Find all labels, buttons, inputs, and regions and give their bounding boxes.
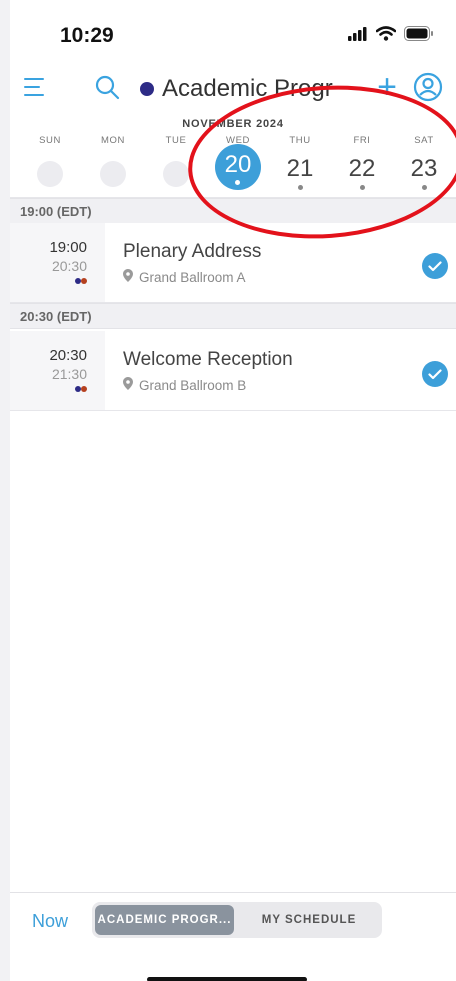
- search-icon[interactable]: [94, 74, 122, 102]
- event-end-time: 20:30: [51, 258, 87, 274]
- week-calendar: NOVEMBER 2024 SUN MON TUE WED 20 THU 21 …: [10, 112, 456, 198]
- event-end-time: 21:30: [51, 366, 87, 382]
- track-color-dot: [140, 82, 154, 96]
- status-time: 10:29: [60, 24, 114, 47]
- event-row[interactable]: 19:00 20:30 Plenary Address Grand Ballro…: [10, 223, 456, 303]
- battery-icon: [404, 26, 434, 46]
- day-name: SAT: [414, 135, 434, 146]
- day-sun[interactable]: SUN: [22, 134, 78, 198]
- now-button[interactable]: Now: [32, 911, 68, 932]
- tab-my-schedule[interactable]: MY SCHEDULE: [240, 905, 378, 935]
- event-start-time: 20:30: [49, 347, 87, 364]
- checkmark-icon[interactable]: [422, 361, 448, 387]
- day-sat[interactable]: SAT 23: [396, 134, 452, 198]
- day-wed[interactable]: WED 20: [210, 134, 266, 198]
- bottom-bar: Now ACADEMIC PROGR... MY SCHEDULE: [10, 892, 456, 981]
- day-name: SUN: [39, 135, 61, 146]
- event-time: 20:30 21:30: [10, 331, 105, 410]
- day-number: 23: [410, 155, 438, 182]
- event-location: Grand Ballroom B: [123, 377, 246, 393]
- day-placeholder: [163, 161, 189, 187]
- day-name: THU: [289, 135, 311, 146]
- day-name: TUE: [165, 135, 187, 146]
- tab-academic-program[interactable]: ACADEMIC PROGR...: [95, 905, 234, 935]
- status-icons: [348, 26, 434, 46]
- event-title: Plenary Address: [123, 241, 262, 262]
- signal-icon: [348, 26, 368, 46]
- profile-icon[interactable]: [413, 72, 443, 102]
- selected-day[interactable]: 20: [215, 144, 261, 190]
- location-pin-icon: [123, 269, 133, 285]
- schedule-title[interactable]: Academic Progr: [140, 72, 370, 106]
- app-header: Academic Progr +: [10, 66, 456, 112]
- wifi-icon: [375, 26, 397, 46]
- hamburger-icon[interactable]: [24, 78, 46, 98]
- day-name: MON: [101, 135, 125, 146]
- home-indicator[interactable]: [147, 977, 307, 981]
- event-indicator-dot: [235, 180, 240, 185]
- day-name: FRI: [353, 135, 371, 146]
- event-time: 19:00 20:30: [10, 223, 105, 302]
- time-section-header: 20:30 (EDT): [10, 303, 456, 329]
- day-fri[interactable]: FRI 22: [334, 134, 390, 198]
- track-tags: [10, 386, 87, 392]
- day-thu[interactable]: THU 21: [272, 134, 328, 198]
- day-number: 20: [224, 151, 252, 178]
- day-mon[interactable]: MON: [85, 134, 141, 198]
- event-title: Welcome Reception: [123, 349, 293, 370]
- event-start-time: 19:00: [49, 239, 87, 256]
- time-section-header: 19:00 (EDT): [10, 198, 456, 224]
- day-placeholder: [37, 161, 63, 187]
- day-number: 22: [348, 155, 376, 182]
- track-dot: [81, 386, 87, 392]
- event-location-text: Grand Ballroom B: [139, 377, 247, 393]
- day-placeholder: [100, 161, 126, 187]
- status-bar: 10:29: [10, 0, 456, 66]
- event-location: Grand Ballroom A: [123, 269, 246, 285]
- schedule-segmented-control: ACADEMIC PROGR... MY SCHEDULE: [92, 902, 382, 938]
- checkmark-icon[interactable]: [422, 253, 448, 279]
- page-title: Academic Progr: [162, 75, 333, 102]
- event-row[interactable]: 20:30 21:30 Welcome Reception Grand Ball…: [10, 331, 456, 411]
- month-label: NOVEMBER 2024: [182, 118, 284, 130]
- add-button[interactable]: +: [372, 70, 402, 106]
- track-dot: [81, 278, 87, 284]
- track-tags: [10, 278, 87, 284]
- day-tue[interactable]: TUE: [148, 134, 204, 198]
- event-location-text: Grand Ballroom A: [139, 269, 246, 285]
- app-screen: 10:29 Academic Progr + NOVEMBER 2024 SUN…: [10, 0, 456, 981]
- location-pin-icon: [123, 377, 133, 393]
- day-number: 21: [286, 155, 314, 182]
